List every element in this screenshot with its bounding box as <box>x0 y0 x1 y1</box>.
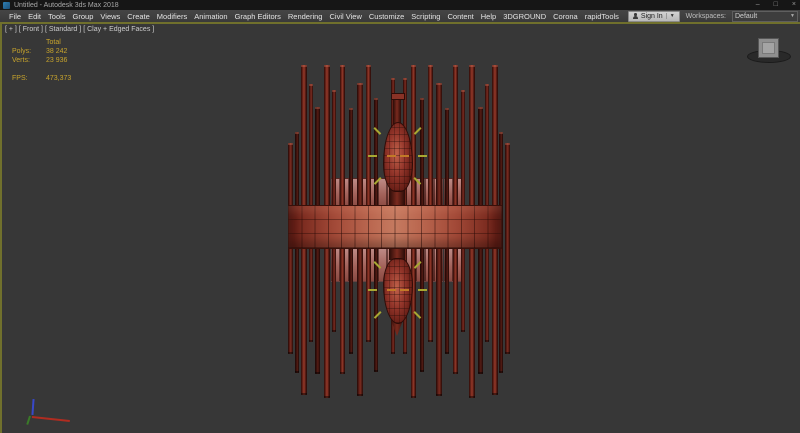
menu-scripting[interactable]: Scripting <box>411 12 440 21</box>
model-rod[interactable] <box>428 65 433 342</box>
axis-y-icon <box>26 416 31 425</box>
model-bulb[interactable] <box>383 258 413 324</box>
menu-edit[interactable]: Edit <box>28 12 41 21</box>
model-rod[interactable] <box>295 132 299 373</box>
model-bulb[interactable] <box>383 122 413 192</box>
viewcube-front-face[interactable] <box>762 42 775 54</box>
menu-items: File Edit Tools Group Views Create Modifiers An… <box>0 12 619 21</box>
stats-polys-value: 38 242 <box>46 47 67 56</box>
model-band[interactable] <box>288 205 502 249</box>
menu-content[interactable]: Content <box>447 12 473 21</box>
menu-bar: File Edit Tools Group Views Create Modifiers An… <box>0 10 800 22</box>
model-rod[interactable] <box>505 143 510 354</box>
viewport-front[interactable]: [ + ][ Front ][ Standard ][ Clay + Edged… <box>0 22 800 433</box>
menu-customize[interactable]: Customize <box>369 12 404 21</box>
selection-tick <box>400 155 409 157</box>
viewcube[interactable] <box>746 36 792 64</box>
axis-x-icon <box>32 416 70 422</box>
viewport-shading-menu[interactable]: [ Clay + Edged Faces ] <box>83 26 154 33</box>
world-axis-gizmo <box>26 399 78 427</box>
workspaces-label: Workspaces: <box>686 13 726 20</box>
chevron-down-icon: ▼ <box>790 13 795 19</box>
3dsmax-app-icon <box>3 2 10 9</box>
viewport-label: [ + ][ Front ][ Standard ][ Clay + Edged… <box>5 26 154 33</box>
menu-corona[interactable]: Corona <box>553 12 578 21</box>
menu-rapidtools[interactable]: rapidTools <box>585 12 619 21</box>
selection-tick <box>387 155 396 157</box>
workspace-value: Default <box>735 13 757 20</box>
stats-fps-value: 473,373 <box>46 74 71 83</box>
close-button[interactable]: × <box>792 0 796 10</box>
model-rod[interactable] <box>499 132 503 373</box>
viewport-general-menu[interactable]: [ + ] <box>5 26 17 33</box>
menu-rendering[interactable]: Rendering <box>288 12 323 21</box>
user-icon <box>633 13 638 19</box>
menu-tools[interactable]: Tools <box>48 12 66 21</box>
stats-total-header: Total <box>46 38 61 47</box>
stats-polys-label: Polys: <box>12 47 40 56</box>
maximize-button[interactable]: □ <box>774 0 778 10</box>
menu-views[interactable]: Views <box>100 12 120 21</box>
viewcube-cube-icon[interactable] <box>758 38 779 58</box>
3dsmax-window: Untitled - Autodesk 3ds Max 2018 – □ × F… <box>0 0 800 433</box>
menu-modifiers[interactable]: Modifiers <box>157 12 187 21</box>
viewport-layout-menu[interactable]: [ Standard ] <box>45 26 81 33</box>
sign-in-button[interactable]: Sign In ▼ <box>628 11 680 22</box>
axis-z-icon <box>31 399 34 415</box>
menu-animation[interactable]: Animation <box>194 12 227 21</box>
sign-in-label: Sign In <box>641 13 663 20</box>
menu-group[interactable]: Group <box>73 12 94 21</box>
selection-tick <box>368 155 377 157</box>
title-bar: Untitled - Autodesk 3ds Max 2018 – □ × <box>0 0 800 10</box>
menu-3dground[interactable]: 3DGROUND <box>503 12 546 21</box>
selection-tick <box>400 289 409 291</box>
menu-help[interactable]: Help <box>481 12 496 21</box>
menu-civil-view[interactable]: Civil View <box>329 12 361 21</box>
menu-graph-editors[interactable]: Graph Editors <box>235 12 281 21</box>
selection-tick <box>418 155 427 157</box>
workspace-dropdown[interactable]: Default ▼ <box>732 11 798 22</box>
chevron-down-icon: ▼ <box>666 13 675 19</box>
model-cap[interactable] <box>391 93 405 100</box>
window-title: Untitled - Autodesk 3ds Max 2018 <box>14 2 119 9</box>
stats-verts-value: 23 936 <box>46 56 67 65</box>
scene <box>2 24 800 433</box>
stats-fps-label: FPS: <box>12 74 40 83</box>
selection-tick <box>387 289 396 291</box>
menu-create[interactable]: Create <box>127 12 150 21</box>
viewport-pov-menu[interactable]: [ Front ] <box>19 26 43 33</box>
model-rod[interactable] <box>366 65 371 342</box>
selection-tick <box>368 289 377 291</box>
menu-file[interactable]: File <box>9 12 21 21</box>
stats-verts-label: Verts: <box>12 56 40 65</box>
stats-overlay: Total Polys: 38 242 Verts: 23 936 FPS: 4… <box>12 38 71 83</box>
minimize-button[interactable]: – <box>756 0 760 10</box>
selection-tick <box>418 289 427 291</box>
